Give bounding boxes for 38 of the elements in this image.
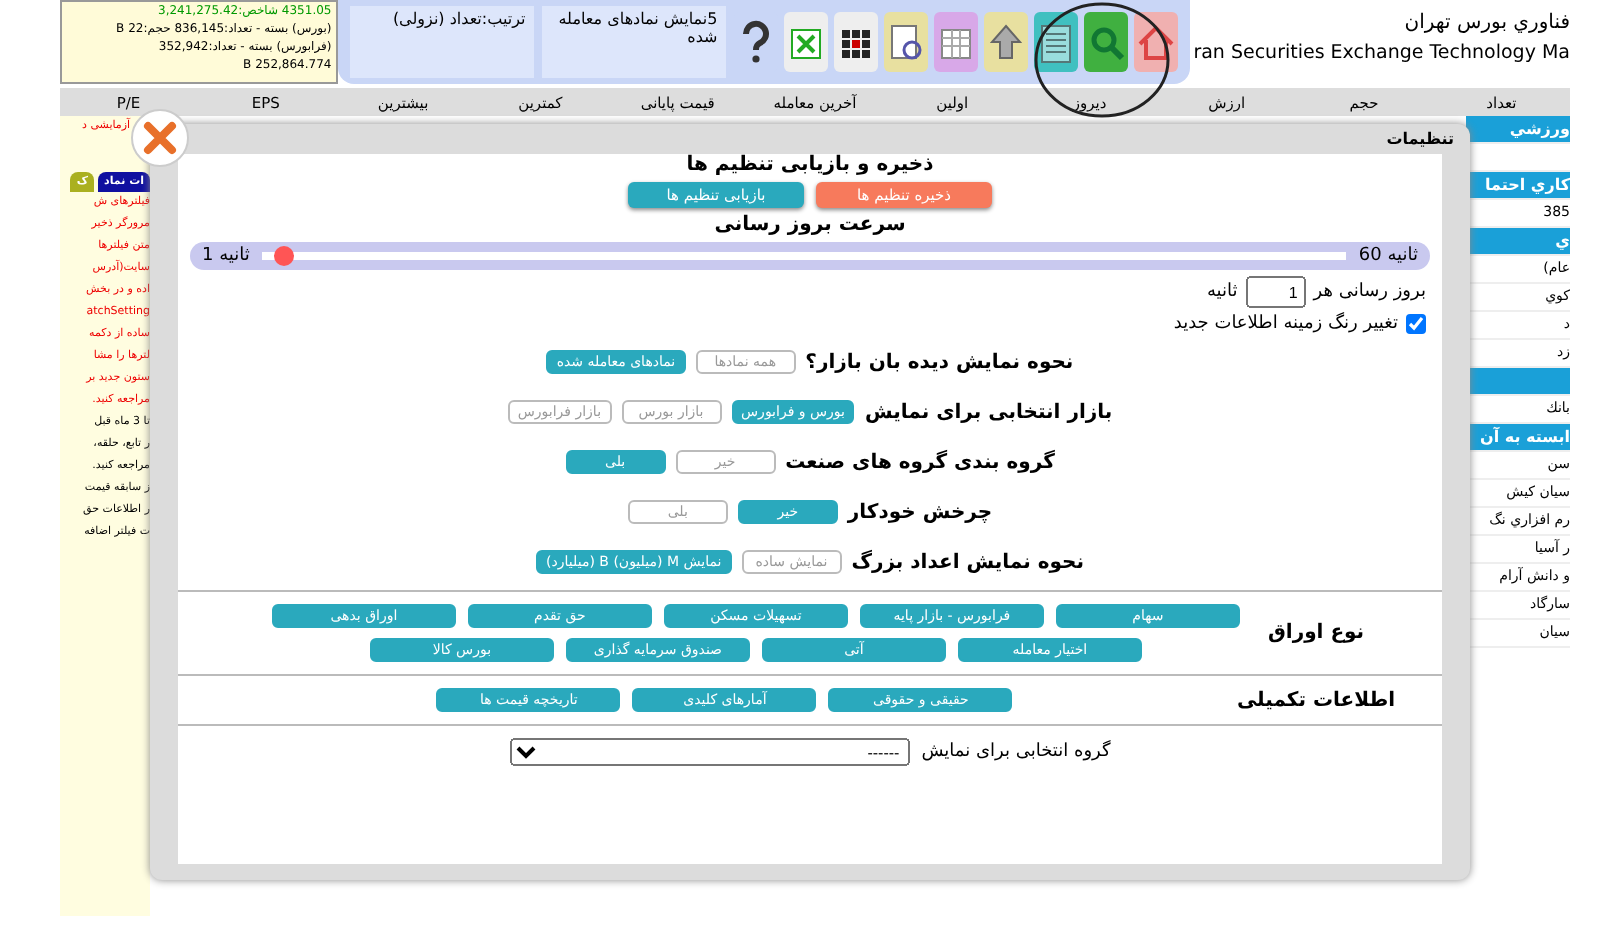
section-heading: سرعت بروز رسانی	[714, 214, 906, 236]
interval-label: بروز رسانی هر	[1313, 282, 1426, 302]
home-icon[interactable]	[1133, 12, 1178, 72]
dialog-title: تنظیمات	[1384, 128, 1456, 152]
slider-label: ثانیه 60	[1358, 246, 1418, 266]
section-heading	[1466, 368, 1570, 396]
interval-label: ثانیه	[1206, 282, 1238, 302]
option-label: گروه بندی گروه های صنعت	[785, 451, 1055, 473]
list-icon[interactable]	[1033, 12, 1078, 72]
section-heading: ذخیره و بازیابی تنظیم ها	[686, 154, 934, 176]
checkbox[interactable]	[1406, 314, 1426, 334]
close-icon[interactable]	[130, 108, 190, 168]
option-label: بازار انتخابی برای نمایش	[864, 401, 1113, 423]
site-title: ran Securities Exchange Technology Ma	[1191, 42, 1570, 64]
grid-icon[interactable]	[833, 12, 878, 72]
interval-field[interactable]: 1	[1245, 276, 1306, 308]
calendar-icon[interactable]	[933, 12, 978, 72]
section-heading: ورزشي	[1466, 116, 1570, 144]
option-label: نحوه نمایش اعداد بزرگ	[851, 551, 1084, 573]
sort-label: ترتیب:تعداد (نزولی)	[349, 6, 534, 78]
search-icon[interactable]	[1083, 12, 1128, 72]
slider-label: ثانیه 1	[202, 246, 250, 266]
option-label: نحوه نمایش دیده بان بازار؟	[805, 351, 1074, 373]
section-heading: کاري احتما	[1466, 172, 1570, 200]
select-label: گروه انتخابی برای نمایش	[921, 742, 1111, 762]
slider[interactable]: ثانیه 60 ثانیه 1	[190, 242, 1430, 270]
checkbox-label: تغییر رنگ زمینه اطلاعات جدید	[1173, 314, 1398, 334]
section-heading: ي	[1466, 228, 1570, 256]
group-label: اطلاعات تکمیلی	[1236, 689, 1396, 711]
site-title: فناوري بورس تهران	[1402, 12, 1570, 34]
slider-thumb[interactable]	[273, 246, 294, 266]
document-search-icon[interactable]	[883, 12, 928, 72]
group-select[interactable]: ------	[509, 738, 910, 766]
display-label: 5نمایش نمادهای معامله شده	[541, 6, 726, 78]
section-heading: ابسته به آن	[1466, 424, 1570, 452]
option-label: چرخش خودکار	[847, 501, 993, 523]
circle-annotation	[1034, 2, 1170, 118]
group-label: نوع اوراق	[1267, 622, 1365, 644]
